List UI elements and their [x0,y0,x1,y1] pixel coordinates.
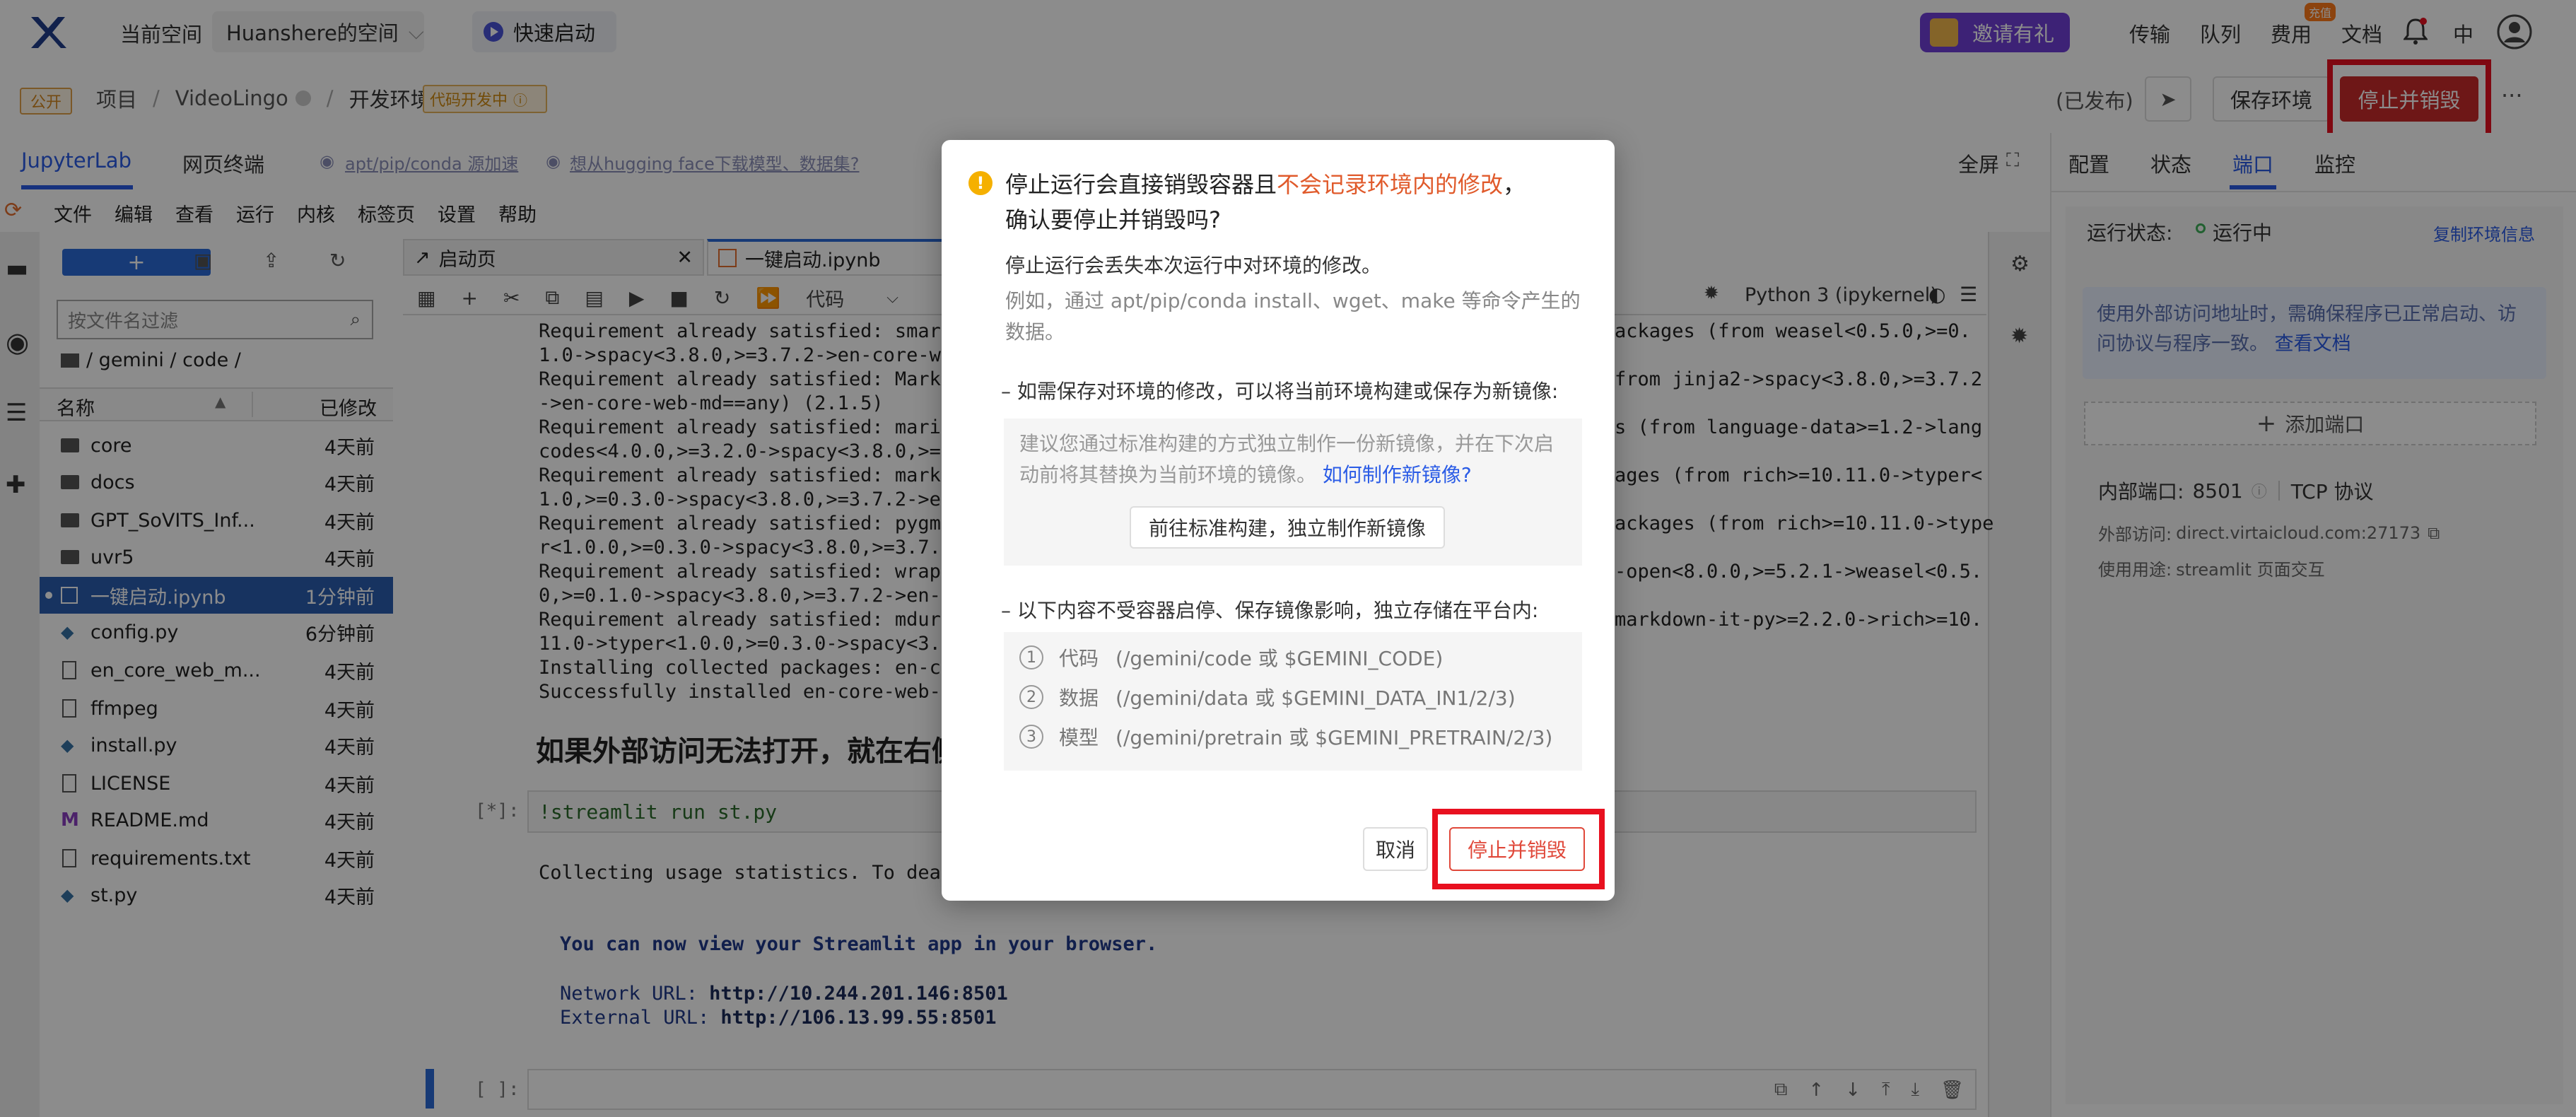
item-number: 2 [1019,685,1043,709]
stop-confirm-dialog: ! 停止运行会直接销毁容器且不会记录环境内的修改， 确认要停止并销毁吗? 停止运… [942,140,1615,901]
dialog-lose-changes: 停止运行会丢失本次运行中对环境的修改。 [1005,254,1382,277]
dialog-title-part2: ， [1503,171,1526,198]
highlight-box-confirm [1432,809,1605,889]
item-path: (/gemini/pretrain 或 $GEMINI_PRETRAIN/2/3… [1116,726,1553,749]
standard-build-button[interactable]: 前往标准构建，独立制作新镜像 [1130,506,1445,549]
dialog-storage-box: 1 代码 (/gemini/code 或 $GEMINI_CODE) 2 数据 … [1004,632,1582,771]
item-path: (/gemini/code 或 $GEMINI_CODE) [1116,647,1444,670]
suggest-link[interactable]: 如何制作新镜像? [1323,463,1472,486]
dialog-title-part1: 停止运行会直接销毁容器且 [1005,171,1277,198]
dialog-suggest-box: 建议您通过标准构建的方式独立制作一份新镜像，并在下次启动前将其替换为当前环境的镜… [1004,419,1582,566]
item-number: 3 [1019,725,1043,749]
storage-item: 3 模型 (/gemini/pretrain 或 $GEMINI_PRETRAI… [1019,723,1552,751]
item-label: 代码 [1059,647,1099,670]
storage-item: 2 数据 (/gemini/data 或 $GEMINI_DATA_IN1/2/… [1019,683,1516,711]
item-label: 模型 [1059,726,1099,749]
item-path: (/gemini/data 或 $GEMINI_DATA_IN1/2/3) [1116,686,1516,710]
dialog-example: 例如，通过 apt/pip/conda install、wget、make 等命… [1005,289,1581,344]
dialog-title-highlight: 不会记录环境内的修改 [1277,171,1504,198]
dialog-section-storage: – 以下内容不受容器启停、保存镜像影响，独立存储在平台内: [1001,599,1539,622]
dialog-suggest-text: 建议您通过标准构建的方式独立制作一份新镜像，并在下次启动前将其替换为当前环境的镜… [1019,428,1571,491]
cancel-button[interactable]: 取消 [1363,827,1428,871]
dialog-section-save: – 如需保存对环境的修改，可以将当前环境构建或保存为新镜像: [1001,380,1559,403]
item-number: 1 [1019,645,1043,669]
item-label: 数据 [1059,686,1099,710]
dialog-title: 停止运行会直接销毁容器且不会记录环境内的修改， 确认要停止并销毁吗? [1005,167,1585,238]
storage-item: 1 代码 (/gemini/code 或 $GEMINI_CODE) [1019,643,1443,672]
dialog-title-line2: 确认要停止并销毁吗? [1005,206,1221,233]
suggest-body: 建议您通过标准构建的方式独立制作一份新镜像，并在下次启动前将其替换为当前环境的镜… [1019,432,1555,486]
warning-icon: ! [968,171,993,195]
